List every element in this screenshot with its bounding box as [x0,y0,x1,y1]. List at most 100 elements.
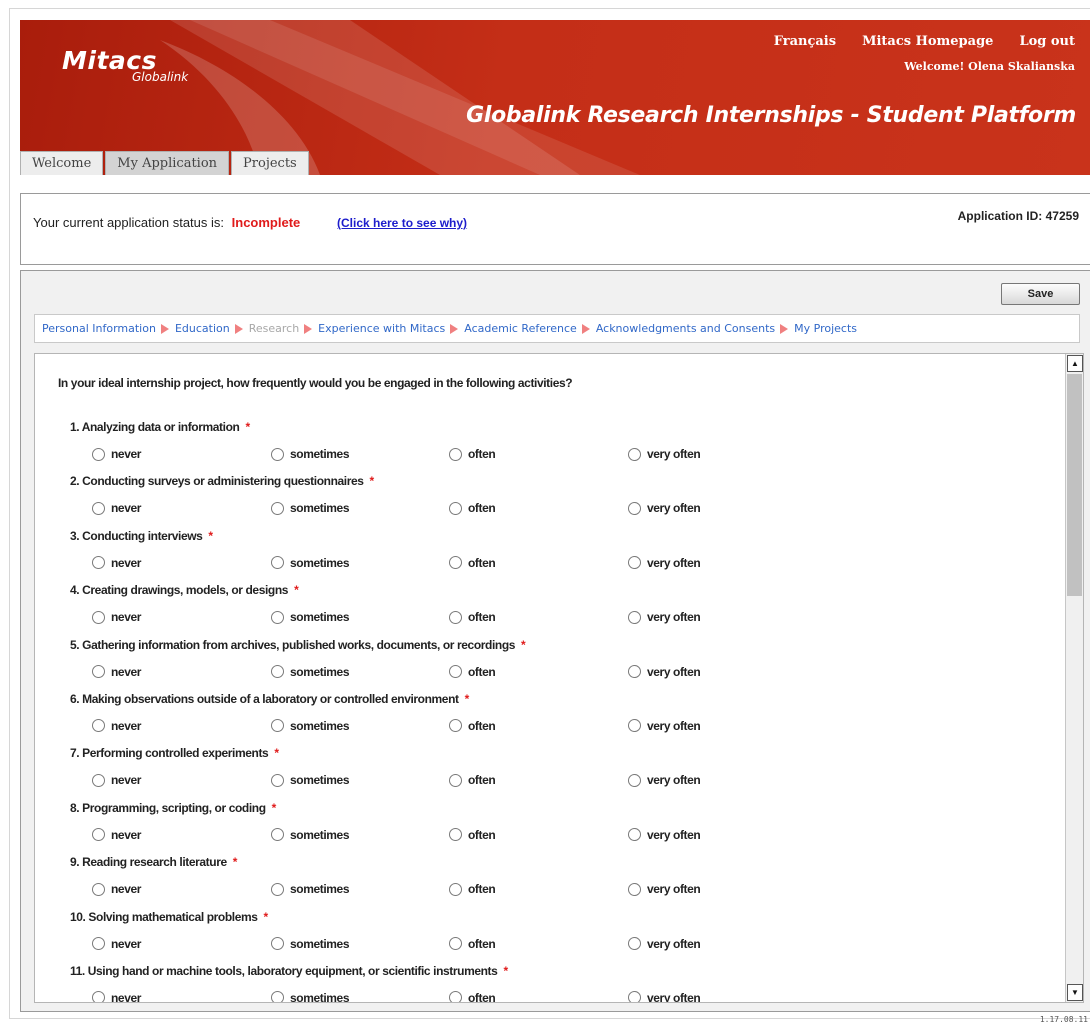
answer-option-very-often[interactable]: very often [628,556,701,570]
radio-button[interactable] [449,501,462,515]
radio-button[interactable] [92,556,105,570]
answer-option-often[interactable]: often [449,665,496,679]
answer-option-often[interactable]: often [449,882,496,896]
answer-option-never[interactable]: never [92,719,141,733]
breadcrumb-personal-information[interactable]: Personal Information [42,322,156,335]
scroll-down-icon[interactable]: ▼ [1067,984,1083,1001]
radio-button[interactable] [449,556,462,570]
radio-button[interactable] [449,719,462,733]
answer-option-never[interactable]: never [92,556,141,570]
answer-option-very-often[interactable]: very often [628,991,701,1002]
radio-button[interactable] [271,556,284,570]
answer-option-very-often[interactable]: very often [628,665,701,679]
radio-button[interactable] [449,937,462,951]
radio-button[interactable] [271,719,284,733]
breadcrumb-acknowledgments-and-consents[interactable]: Acknowledgments and Consents [596,322,775,335]
answer-option-sometimes[interactable]: sometimes [271,882,350,896]
radio-button[interactable] [271,937,284,951]
answer-option-often[interactable]: often [449,501,496,515]
radio-button[interactable] [271,828,284,842]
radio-button[interactable] [92,447,105,461]
answer-option-often[interactable]: often [449,937,496,951]
answer-option-never[interactable]: never [92,447,141,461]
radio-button[interactable] [628,610,641,624]
radio-button[interactable] [92,773,105,787]
answer-option-never[interactable]: never [92,937,141,951]
answer-option-often[interactable]: often [449,828,496,842]
answer-option-often[interactable]: often [449,719,496,733]
tab-projects[interactable]: Projects [231,151,309,175]
answer-option-often[interactable]: often [449,773,496,787]
tab-welcome[interactable]: Welcome [20,151,104,175]
scrollbar-thumb[interactable] [1067,374,1082,596]
radio-button[interactable] [271,991,284,1002]
radio-button[interactable] [628,937,641,951]
answer-option-often[interactable]: often [449,556,496,570]
radio-button[interactable] [92,882,105,896]
radio-button[interactable] [271,501,284,515]
see-why-link[interactable]: (Click here to see why) [337,216,467,230]
mitacs-homepage-link[interactable]: Mitacs Homepage [862,34,993,49]
answer-option-sometimes[interactable]: sometimes [271,773,350,787]
radio-button[interactable] [92,828,105,842]
radio-button[interactable] [628,882,641,896]
answer-option-very-often[interactable]: very often [628,501,701,515]
answer-option-sometimes[interactable]: sometimes [271,556,350,570]
answer-option-sometimes[interactable]: sometimes [271,665,350,679]
breadcrumb-academic-reference[interactable]: Academic Reference [464,322,577,335]
radio-button[interactable] [92,665,105,679]
answer-option-very-often[interactable]: very often [628,882,701,896]
radio-button[interactable] [628,828,641,842]
breadcrumb-education[interactable]: Education [175,322,230,335]
answer-option-sometimes[interactable]: sometimes [271,610,350,624]
radio-button[interactable] [628,665,641,679]
breadcrumb-my-projects[interactable]: My Projects [794,322,857,335]
radio-button[interactable] [271,882,284,896]
answer-option-never[interactable]: never [92,991,141,1002]
answer-option-very-often[interactable]: very often [628,610,701,624]
radio-button[interactable] [271,610,284,624]
radio-button[interactable] [449,447,462,461]
tab-my-application[interactable]: My Application [105,151,230,175]
radio-button[interactable] [628,991,641,1002]
radio-button[interactable] [271,447,284,461]
radio-button[interactable] [449,773,462,787]
radio-button[interactable] [449,882,462,896]
radio-button[interactable] [92,501,105,515]
answer-option-sometimes[interactable]: sometimes [271,991,350,1002]
answer-option-often[interactable]: often [449,447,496,461]
answer-option-very-often[interactable]: very often [628,773,701,787]
save-button[interactable]: Save [1001,283,1080,305]
answer-option-sometimes[interactable]: sometimes [271,828,350,842]
radio-button[interactable] [92,719,105,733]
answer-option-often[interactable]: often [449,610,496,624]
answer-option-sometimes[interactable]: sometimes [271,501,350,515]
answer-option-sometimes[interactable]: sometimes [271,937,350,951]
answer-option-never[interactable]: never [92,882,141,896]
answer-option-never[interactable]: never [92,665,141,679]
radio-button[interactable] [449,610,462,624]
radio-button[interactable] [628,556,641,570]
radio-button[interactable] [628,719,641,733]
logout-link[interactable]: Log out [1019,34,1075,49]
radio-button[interactable] [92,937,105,951]
vertical-scrollbar[interactable]: ▲ ▼ [1065,354,1083,1002]
answer-option-very-often[interactable]: very often [628,828,701,842]
radio-button[interactable] [628,447,641,461]
answer-option-very-often[interactable]: very often [628,447,701,461]
answer-option-never[interactable]: never [92,501,141,515]
answer-option-never[interactable]: never [92,773,141,787]
radio-button[interactable] [92,610,105,624]
answer-option-never[interactable]: never [92,610,141,624]
answer-option-often[interactable]: often [449,991,496,1002]
answer-option-very-often[interactable]: very often [628,937,701,951]
radio-button[interactable] [449,991,462,1002]
radio-button[interactable] [92,991,105,1002]
french-link[interactable]: Français [774,34,836,49]
answer-option-very-often[interactable]: very often [628,719,701,733]
radio-button[interactable] [628,501,641,515]
radio-button[interactable] [449,665,462,679]
radio-button[interactable] [628,773,641,787]
breadcrumb-experience-with-mitacs[interactable]: Experience with Mitacs [318,322,445,335]
radio-button[interactable] [271,665,284,679]
